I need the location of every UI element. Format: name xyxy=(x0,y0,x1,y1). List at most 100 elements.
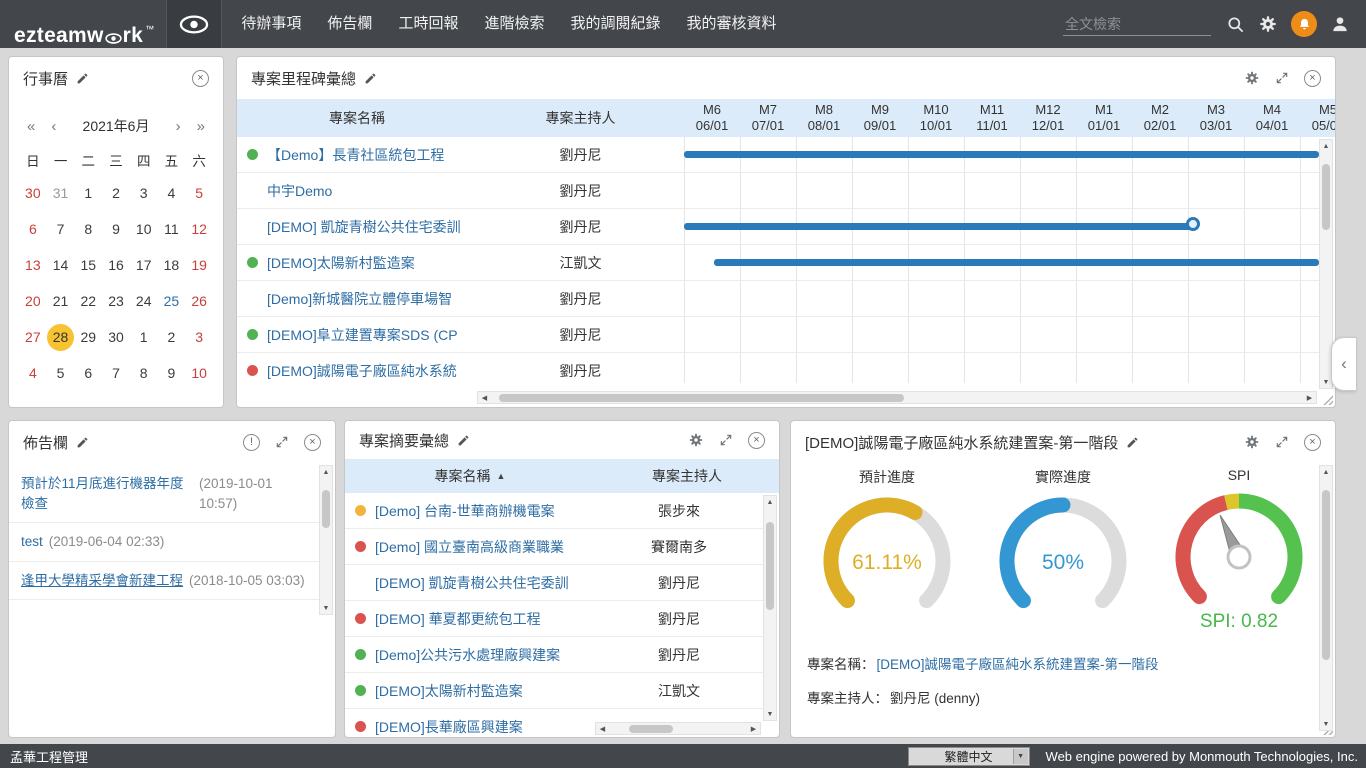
scroll-track[interactable] xyxy=(1320,152,1332,376)
menu-item[interactable]: 我的審核資料 xyxy=(673,0,789,48)
calendar-day[interactable]: 24 xyxy=(130,283,158,319)
scroll-left-arrow[interactable]: ◀ xyxy=(478,394,491,402)
calendar-day[interactable]: 21 xyxy=(47,283,75,319)
calendar-day[interactable]: 16 xyxy=(102,247,130,283)
calendar-day[interactable]: 13 xyxy=(19,247,47,283)
milestone-row[interactable]: [DEMO] 凱旋青樹公共住宅委訓劉丹尼 xyxy=(237,209,1319,245)
horizontal-scrollbar[interactable]: ◀ ▶ xyxy=(477,391,1317,404)
calendar-day[interactable]: 10 xyxy=(185,355,213,391)
gantt-milestone-marker[interactable] xyxy=(1186,217,1200,231)
scroll-up-arrow[interactable]: ▲ xyxy=(320,466,332,478)
scroll-track[interactable] xyxy=(1320,478,1332,718)
calendar-day[interactable]: 20 xyxy=(19,283,47,319)
expand-icon[interactable] xyxy=(1275,71,1289,85)
calendar-day[interactable]: 15 xyxy=(74,247,102,283)
search-icon[interactable] xyxy=(1226,15,1245,34)
next-month-arrow[interactable]: › xyxy=(168,118,189,135)
bulletin-item[interactable]: 逢甲大學精采學會新建工程(2018-10-05 03:03) xyxy=(9,562,319,601)
project-link[interactable]: [DEMO]長華廠區興建案 xyxy=(375,717,595,737)
bulletin-link[interactable]: test xyxy=(21,532,43,552)
edit-icon[interactable] xyxy=(76,72,89,85)
info-icon[interactable]: ! xyxy=(243,434,260,451)
user-icon[interactable] xyxy=(1330,14,1350,34)
calendar-day[interactable]: 12 xyxy=(185,211,213,247)
gear-icon[interactable] xyxy=(1244,70,1260,86)
gear-icon[interactable] xyxy=(688,432,704,448)
calendar-day[interactable]: 31 xyxy=(47,175,75,211)
menu-item[interactable]: 工時回報 xyxy=(385,0,471,48)
project-link[interactable]: [DEMO]誠陽電子廠區純水系統 xyxy=(267,361,477,381)
bell-button[interactable] xyxy=(1291,11,1317,37)
calendar-day[interactable]: 2 xyxy=(102,175,130,211)
app-logo[interactable]: ezteamw rk ™ xyxy=(0,0,166,48)
scroll-thumb[interactable] xyxy=(499,394,904,402)
scroll-up-arrow[interactable]: ▲ xyxy=(1320,140,1332,152)
calendar-day[interactable]: 29 xyxy=(74,319,102,355)
close-icon[interactable]: × xyxy=(304,434,321,451)
project-link[interactable]: [DEMO] 凱旋青樹公共住宅委訓 xyxy=(375,573,595,593)
scroll-track[interactable] xyxy=(491,392,1303,403)
calendar-day[interactable]: 8 xyxy=(130,355,158,391)
calendar-day[interactable]: 2 xyxy=(158,319,186,355)
menu-item[interactable]: 佈告欄 xyxy=(314,0,385,48)
menu-item[interactable]: 我的調閱紀錄 xyxy=(557,0,673,48)
scroll-right-arrow[interactable]: ▶ xyxy=(747,725,760,733)
bulletin-link[interactable]: 逢甲大學精采學會新建工程 xyxy=(21,571,183,591)
project-link[interactable]: 【Demo】長青社區統包工程 xyxy=(267,145,477,165)
calendar-day[interactable]: 1 xyxy=(130,319,158,355)
project-link[interactable]: [DEMO]阜立建置專案SDS (CP xyxy=(267,325,477,345)
summary-row[interactable]: [Demo] 台南-世華商辦機電案張步來 xyxy=(345,493,763,529)
project-link[interactable]: [DEMO] 凱旋青樹公共住宅委訓 xyxy=(267,217,477,237)
calendar-day[interactable]: 7 xyxy=(47,211,75,247)
summary-row[interactable]: [Demo] 國立臺南高級商業職業賽爾南多 xyxy=(345,529,763,565)
scroll-track[interactable] xyxy=(764,508,776,708)
prev-month-arrow[interactable]: ‹ xyxy=(43,118,64,135)
column-header-name[interactable]: 專案名稱 ▲ xyxy=(345,459,595,493)
edit-icon[interactable] xyxy=(1126,436,1139,449)
calendar-day[interactable]: 30 xyxy=(102,319,130,355)
column-header-name[interactable]: 專案名稱 xyxy=(237,99,477,137)
calendar-day[interactable]: 19 xyxy=(185,247,213,283)
project-link[interactable]: [Demo] 台南-世華商辦機電案 xyxy=(375,501,595,521)
scroll-thumb[interactable] xyxy=(322,490,330,528)
scroll-down-arrow[interactable]: ▼ xyxy=(1320,718,1332,730)
milestone-row[interactable]: 中宇Demo劉丹尼 xyxy=(237,173,1319,209)
bulletin-item[interactable]: 預計於11月底進行機器年度檢查(2019-10-01 10:57) xyxy=(9,465,319,523)
calendar-day[interactable]: 23 xyxy=(102,283,130,319)
scroll-thumb[interactable] xyxy=(1322,490,1330,660)
close-icon[interactable]: × xyxy=(1304,70,1321,87)
language-select[interactable]: 繁體中文 ▼ xyxy=(908,747,1030,766)
calendar-day[interactable]: 30 xyxy=(19,175,47,211)
close-icon[interactable]: × xyxy=(1304,434,1321,451)
scroll-left-arrow[interactable]: ◀ xyxy=(596,725,609,733)
scroll-track[interactable] xyxy=(609,723,747,734)
scroll-up-arrow[interactable]: ▲ xyxy=(764,496,776,508)
scroll-down-arrow[interactable]: ▼ xyxy=(764,708,776,720)
calendar-day[interactable]: 18 xyxy=(158,247,186,283)
calendar-day[interactable]: 9 xyxy=(158,355,186,391)
menu-item[interactable]: 待辦事項 xyxy=(228,0,314,48)
calendar-day[interactable]: 8 xyxy=(74,211,102,247)
calendar-day[interactable]: 6 xyxy=(74,355,102,391)
summary-row[interactable]: [DEMO]太陽新村監造案江凱文 xyxy=(345,673,763,709)
gear-icon[interactable] xyxy=(1258,14,1278,34)
calendar-day[interactable]: 4 xyxy=(19,355,47,391)
calendar-day[interactable]: 6 xyxy=(19,211,47,247)
milestone-row[interactable]: [DEMO]阜立建置專案SDS (CP劉丹尼 xyxy=(237,317,1319,353)
expand-icon[interactable] xyxy=(719,433,733,447)
edit-icon[interactable] xyxy=(457,434,470,447)
vertical-scrollbar[interactable]: ▲ ▼ xyxy=(319,465,333,615)
calendar-day[interactable]: 14 xyxy=(47,247,75,283)
calendar-day[interactable]: 27 xyxy=(19,319,47,355)
close-icon[interactable]: × xyxy=(748,432,765,449)
project-link[interactable]: 中宇Demo xyxy=(267,181,477,201)
gear-icon[interactable] xyxy=(1244,434,1260,450)
scroll-thumb[interactable] xyxy=(1322,164,1330,230)
scroll-thumb[interactable] xyxy=(629,725,673,733)
scroll-track[interactable] xyxy=(320,478,332,602)
next-year-arrow[interactable]: » xyxy=(189,118,213,135)
scroll-thumb[interactable] xyxy=(766,522,774,610)
calendar-day[interactable]: 5 xyxy=(185,175,213,211)
calendar-day[interactable]: 9 xyxy=(102,211,130,247)
milestone-row[interactable]: [DEMO]太陽新村監造案江凱文 xyxy=(237,245,1319,281)
